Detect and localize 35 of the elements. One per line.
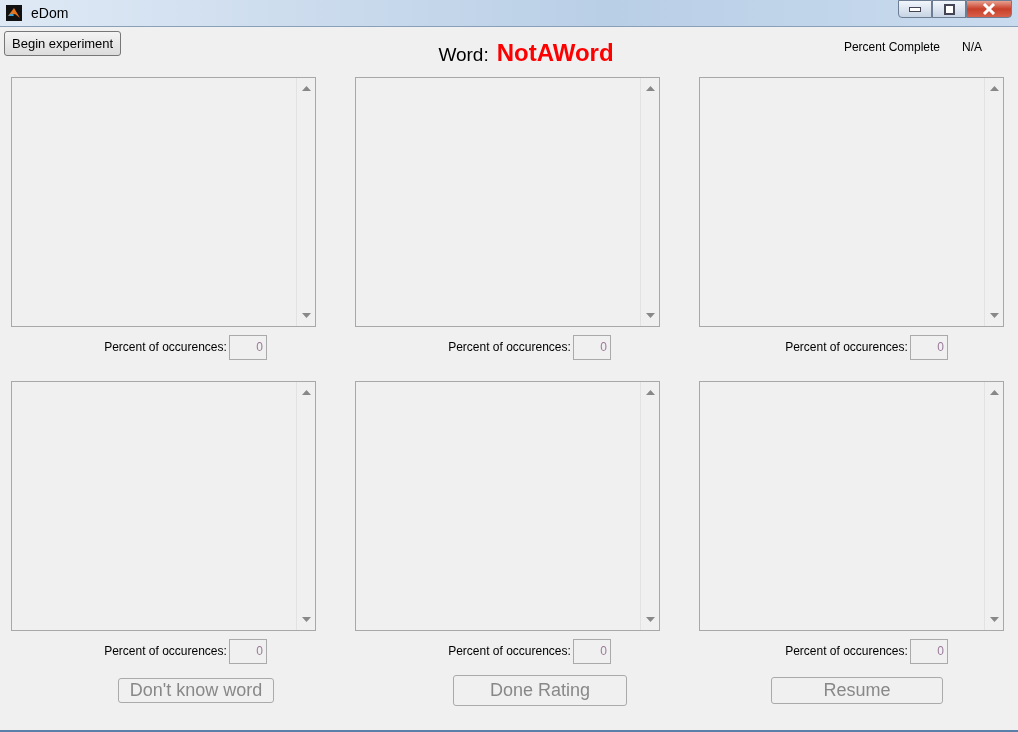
- scroll-down-icon[interactable]: [301, 617, 311, 622]
- close-icon: [982, 3, 996, 15]
- scroll-up-icon[interactable]: [645, 86, 655, 91]
- begin-experiment-button[interactable]: Begin experiment: [4, 31, 122, 56]
- occurrences-label: Percent of occurences:: [104, 644, 227, 658]
- occurrences-label: Percent of occurences:: [448, 340, 571, 354]
- occurrences-field[interactable]: 0: [572, 638, 611, 664]
- percent-complete-label: Percent Complete: [843, 40, 940, 56]
- scroll-down-icon[interactable]: [989, 617, 999, 622]
- scroll-down-icon[interactable]: [989, 313, 999, 318]
- close-button[interactable]: [966, 0, 1012, 18]
- scroll-down-icon[interactable]: [301, 313, 311, 318]
- occurrences-label: Percent of occurences:: [448, 644, 571, 658]
- window-title: eDom: [31, 5, 69, 21]
- scroll-up-icon[interactable]: [301, 86, 311, 91]
- occurrences-field[interactable]: 0: [572, 334, 611, 360]
- occurrences-label: Percent of occurences:: [104, 340, 227, 354]
- scroll-down-icon[interactable]: [645, 617, 655, 622]
- word-label: Word:: [438, 44, 489, 66]
- occurrences-field[interactable]: 0: [228, 334, 267, 360]
- percent-complete-value: N/A: [962, 40, 982, 56]
- word-value: NotAWord: [496, 39, 614, 67]
- occurrences-label: Percent of occurences:: [785, 644, 908, 658]
- scroll-up-icon[interactable]: [989, 390, 999, 395]
- occurrences-field[interactable]: 0: [909, 638, 948, 664]
- scroll-up-icon[interactable]: [645, 390, 655, 395]
- app-icon: [6, 5, 22, 21]
- occurrences-label: Percent of occurences:: [785, 340, 908, 354]
- scroll-down-icon[interactable]: [645, 313, 655, 318]
- minimize-button[interactable]: [898, 0, 932, 18]
- occurrences-field[interactable]: 0: [909, 334, 948, 360]
- scroll-up-icon[interactable]: [301, 390, 311, 395]
- maximize-button[interactable]: [932, 0, 966, 18]
- scroll-up-icon[interactable]: [989, 86, 999, 91]
- occurrences-field[interactable]: 0: [228, 638, 267, 664]
